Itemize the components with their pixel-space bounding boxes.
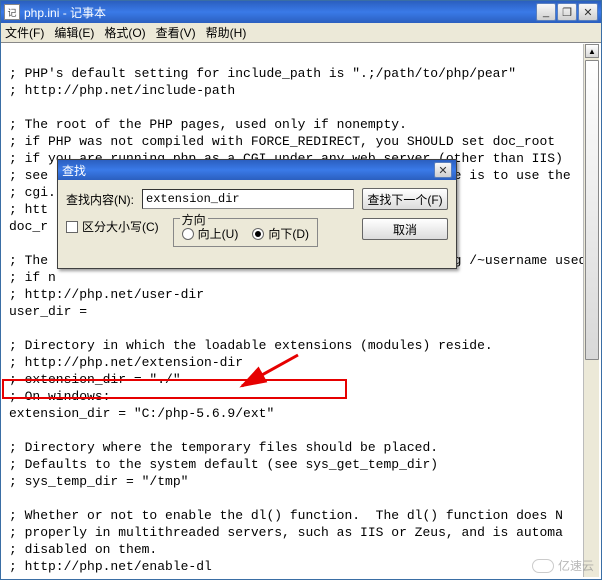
minimize-button[interactable]: _ — [536, 3, 556, 21]
direction-group: 方向 向上(U) 向下(D) — [173, 218, 318, 247]
vertical-scrollbar[interactable]: ▲ — [583, 44, 599, 577]
radio-icon — [252, 228, 264, 240]
menu-bar: 文件(F) 编辑(E) 格式(O) 查看(V) 帮助(H) — [1, 23, 601, 43]
direction-down-radio[interactable]: 向下(D) — [252, 225, 309, 242]
titlebar[interactable]: 记 php.ini - 记事本 _ ❐ ✕ — [1, 1, 601, 23]
menu-format[interactable]: 格式(O) — [104, 24, 145, 41]
cloud-icon — [532, 559, 554, 573]
window-title: php.ini - 记事本 — [24, 4, 536, 21]
watermark: 亿速云 — [532, 557, 594, 574]
find-label: 查找内容(N): — [66, 191, 134, 208]
dialog-titlebar[interactable]: 查找 ✕ — [58, 160, 456, 180]
notepad-window: 记 php.ini - 记事本 _ ❐ ✕ 文件(F) 编辑(E) 格式(O) … — [0, 0, 602, 580]
menu-edit[interactable]: 编辑(E) — [54, 24, 94, 41]
checkbox-icon — [66, 221, 78, 233]
menu-view[interactable]: 查看(V) — [156, 24, 196, 41]
cancel-button[interactable]: 取消 — [362, 218, 448, 240]
radio-icon — [182, 228, 194, 240]
maximize-button[interactable]: ❐ — [557, 3, 577, 21]
watermark-text: 亿速云 — [558, 557, 594, 574]
scroll-thumb[interactable] — [585, 60, 599, 360]
app-icon: 记 — [4, 4, 20, 20]
direction-down-label: 向下(D) — [268, 225, 309, 242]
find-next-button[interactable]: 查找下一个(F) — [362, 188, 448, 210]
find-dialog[interactable]: 查找 ✕ 查找内容(N): 查找下一个(F) 区分大小写(C) 方向 向上(U) — [57, 159, 457, 269]
scroll-up-arrow[interactable]: ▲ — [585, 44, 599, 58]
editor-content[interactable]: ; PHP's default setting for include_path… — [3, 44, 585, 577]
menu-file[interactable]: 文件(F) — [5, 24, 44, 41]
direction-label: 方向 — [180, 211, 208, 228]
menu-help[interactable]: 帮助(H) — [206, 24, 247, 41]
match-case-checkbox[interactable]: 区分大小写(C) — [66, 218, 159, 235]
find-input[interactable] — [142, 189, 354, 209]
dialog-title: 查找 — [62, 162, 86, 179]
match-case-label: 区分大小写(C) — [82, 218, 159, 235]
dialog-close-button[interactable]: ✕ — [434, 162, 452, 178]
close-button[interactable]: ✕ — [578, 3, 598, 21]
